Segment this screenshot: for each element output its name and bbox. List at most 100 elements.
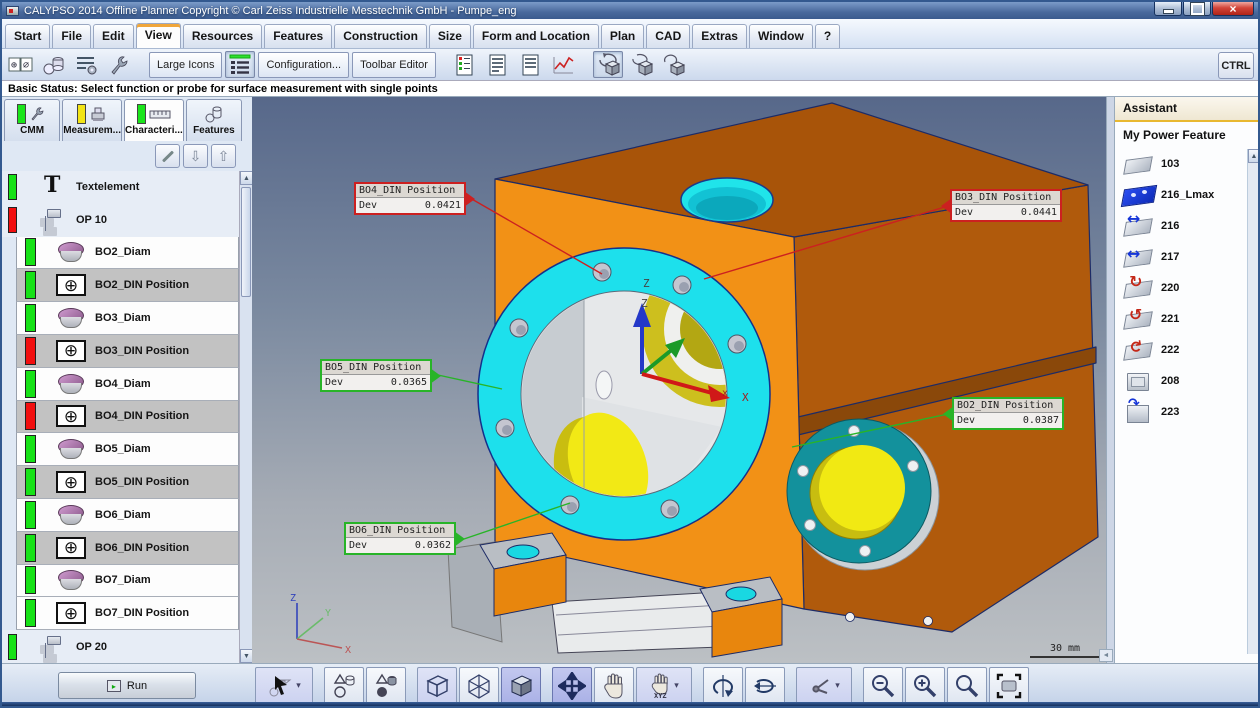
minimize-button[interactable]	[1154, 2, 1182, 16]
chevron-down-icon: ▾	[835, 680, 840, 691]
menu-item[interactable]: File	[52, 24, 91, 48]
menu-item[interactable]: Extras	[692, 24, 747, 48]
svg-text:X: X	[742, 391, 749, 404]
viewport-scrollbar[interactable]	[1106, 97, 1114, 663]
wrench-icon[interactable]	[105, 51, 135, 78]
power-feature-item[interactable]: 222	[1121, 334, 1246, 365]
features-closed-button[interactable]	[366, 667, 406, 704]
menu-item[interactable]: CAD	[646, 24, 690, 48]
list-item[interactable]: BO3_Diam	[16, 302, 239, 335]
menu-item[interactable]: Features	[264, 24, 332, 48]
toolbar-editor-button[interactable]: Toolbar Editor	[352, 52, 436, 78]
report-status-icon[interactable]	[450, 51, 480, 78]
menu-item[interactable]: Window	[749, 24, 813, 48]
svg-text:30 mm: 30 mm	[1050, 643, 1080, 654]
move-down-button[interactable]: ⇩	[183, 144, 208, 168]
tab-features[interactable]: Features	[186, 99, 242, 141]
measurement-callout[interactable]: BO6_DIN Position Dev0.0362	[344, 522, 456, 555]
menu-item[interactable]: Start	[5, 24, 50, 48]
cad-cube-rotate-icon[interactable]	[593, 51, 623, 78]
plan-settings-icon[interactable]	[72, 51, 102, 78]
power-feature-item[interactable]: 220	[1121, 272, 1246, 303]
menu-item[interactable]: Resources	[183, 24, 262, 48]
list-item[interactable]: BO4_DIN Position	[16, 401, 239, 434]
power-feature-item[interactable]: 216_Lmax	[1121, 179, 1246, 210]
measurement-callout[interactable]: BO3_DIN Position Dev0.0441	[950, 189, 1062, 222]
list-scrollbar[interactable]: ▲ ▼	[239, 171, 252, 663]
zoom-fit-button[interactable]	[989, 667, 1029, 704]
features-open-button[interactable]	[324, 667, 364, 704]
large-icons-button[interactable]: Large Icons	[149, 52, 222, 78]
zoom-window-button[interactable]	[947, 667, 987, 704]
menu-item[interactable]: Plan	[601, 24, 644, 48]
pan-hand-xyz-button[interactable]: XYZ ▾	[636, 667, 692, 704]
rotate-vertical-button[interactable]	[703, 667, 743, 704]
power-feature-item[interactable]: 208	[1121, 365, 1246, 396]
edit-pencil-button[interactable]	[155, 144, 180, 168]
list-item[interactable]: BO5_Diam	[16, 433, 239, 466]
measurement-callout[interactable]: BO4_DIN Position Dev0.0421	[354, 182, 466, 215]
measurement-callout[interactable]: BO2_DIN Position Dev0.0387	[952, 397, 1064, 430]
menu-item[interactable]: View	[136, 23, 181, 48]
list-item[interactable]: BO3_DIN Position	[16, 335, 239, 368]
cad-viewport[interactable]: Z Z x X Z Y X 30 mm BO4_DIN Position	[252, 97, 1106, 663]
trend-chart-icon[interactable]	[549, 51, 579, 78]
zoom-in-button[interactable]	[905, 667, 945, 704]
view-shaded-button[interactable]	[501, 667, 541, 704]
list-item[interactable]: OP 10	[2, 204, 239, 237]
list-item[interactable]: Textelement	[2, 171, 239, 204]
pan-view-button[interactable]	[552, 667, 592, 704]
power-feature-item[interactable]: 221	[1121, 303, 1246, 334]
report-alt-icon[interactable]	[516, 51, 546, 78]
menu-item[interactable]: Edit	[93, 24, 134, 48]
list-item[interactable]: OP 20	[2, 630, 239, 663]
item-icon	[56, 274, 86, 296]
measurement-callout[interactable]: BO5_DIN Position Dev0.0365	[320, 359, 432, 392]
rotate-horizontal-button[interactable]	[745, 667, 785, 704]
power-feature-item[interactable]: 223	[1121, 396, 1246, 427]
position-diameter-icon[interactable]: ⊕⌀	[6, 51, 36, 78]
list-view-icon[interactable]	[225, 51, 255, 78]
power-feature-item[interactable]: 217	[1121, 241, 1246, 272]
scroll-left-icon[interactable]: ◄	[1099, 649, 1113, 662]
scroll-thumb[interactable]	[241, 187, 251, 297]
pan-hand-button[interactable]	[594, 667, 634, 704]
list-item[interactable]: BO5_DIN Position	[16, 466, 239, 499]
tab-cmm[interactable]: CMM	[4, 99, 60, 141]
run-button[interactable]: ▸ Run	[58, 672, 196, 699]
plan-tabs: CMM Measurem... Characteri... Features	[2, 97, 252, 141]
zoom-out-button[interactable]	[863, 667, 903, 704]
report-icon[interactable]	[483, 51, 513, 78]
cad-cube-rotate-2-icon[interactable]	[626, 51, 656, 78]
rotate-about-axis-button[interactable]: ▾	[796, 667, 852, 704]
list-item[interactable]: BO2_DIN Position	[16, 269, 239, 302]
view-wireframe-edges-button[interactable]	[459, 667, 499, 704]
ctrl-button[interactable]: CTRL	[1218, 52, 1254, 79]
feature-label: 103	[1161, 158, 1179, 170]
item-icon	[37, 209, 67, 231]
list-item[interactable]: BO7_DIN Position	[16, 597, 239, 630]
list-item[interactable]: BO6_DIN Position	[16, 532, 239, 565]
menu-item[interactable]: ?	[815, 24, 840, 48]
menu-item[interactable]: Form and Location	[473, 24, 599, 48]
tab-measurement[interactable]: Measurem...	[62, 99, 122, 141]
close-button[interactable]: ×	[1212, 2, 1254, 16]
menu-item[interactable]: Construction	[334, 24, 427, 48]
list-item[interactable]: BO6_Diam	[16, 499, 239, 532]
scroll-up-icon[interactable]: ▲	[1248, 149, 1260, 163]
power-feature-item[interactable]: 103	[1121, 148, 1246, 179]
view-wireframe-button[interactable]	[417, 667, 457, 704]
maximize-button[interactable]	[1183, 2, 1211, 16]
cad-cube-rotate-3-icon[interactable]	[659, 51, 689, 78]
power-feature-item[interactable]: 216	[1121, 210, 1246, 241]
features-shapes-icon[interactable]	[39, 51, 69, 78]
menu-item[interactable]: Size	[429, 24, 471, 48]
select-features-button[interactable]: ▾	[255, 667, 313, 704]
list-item[interactable]: BO4_Diam	[16, 368, 239, 401]
move-up-button[interactable]: ⇧	[211, 144, 236, 168]
configuration-button[interactable]: Configuration...	[258, 52, 349, 78]
assistant-scrollbar[interactable]: ▲	[1247, 149, 1259, 654]
list-item[interactable]: BO2_Diam	[16, 237, 239, 270]
list-item[interactable]: BO7_Diam	[16, 565, 239, 598]
tab-characteristics[interactable]: Characteri...	[124, 99, 184, 141]
